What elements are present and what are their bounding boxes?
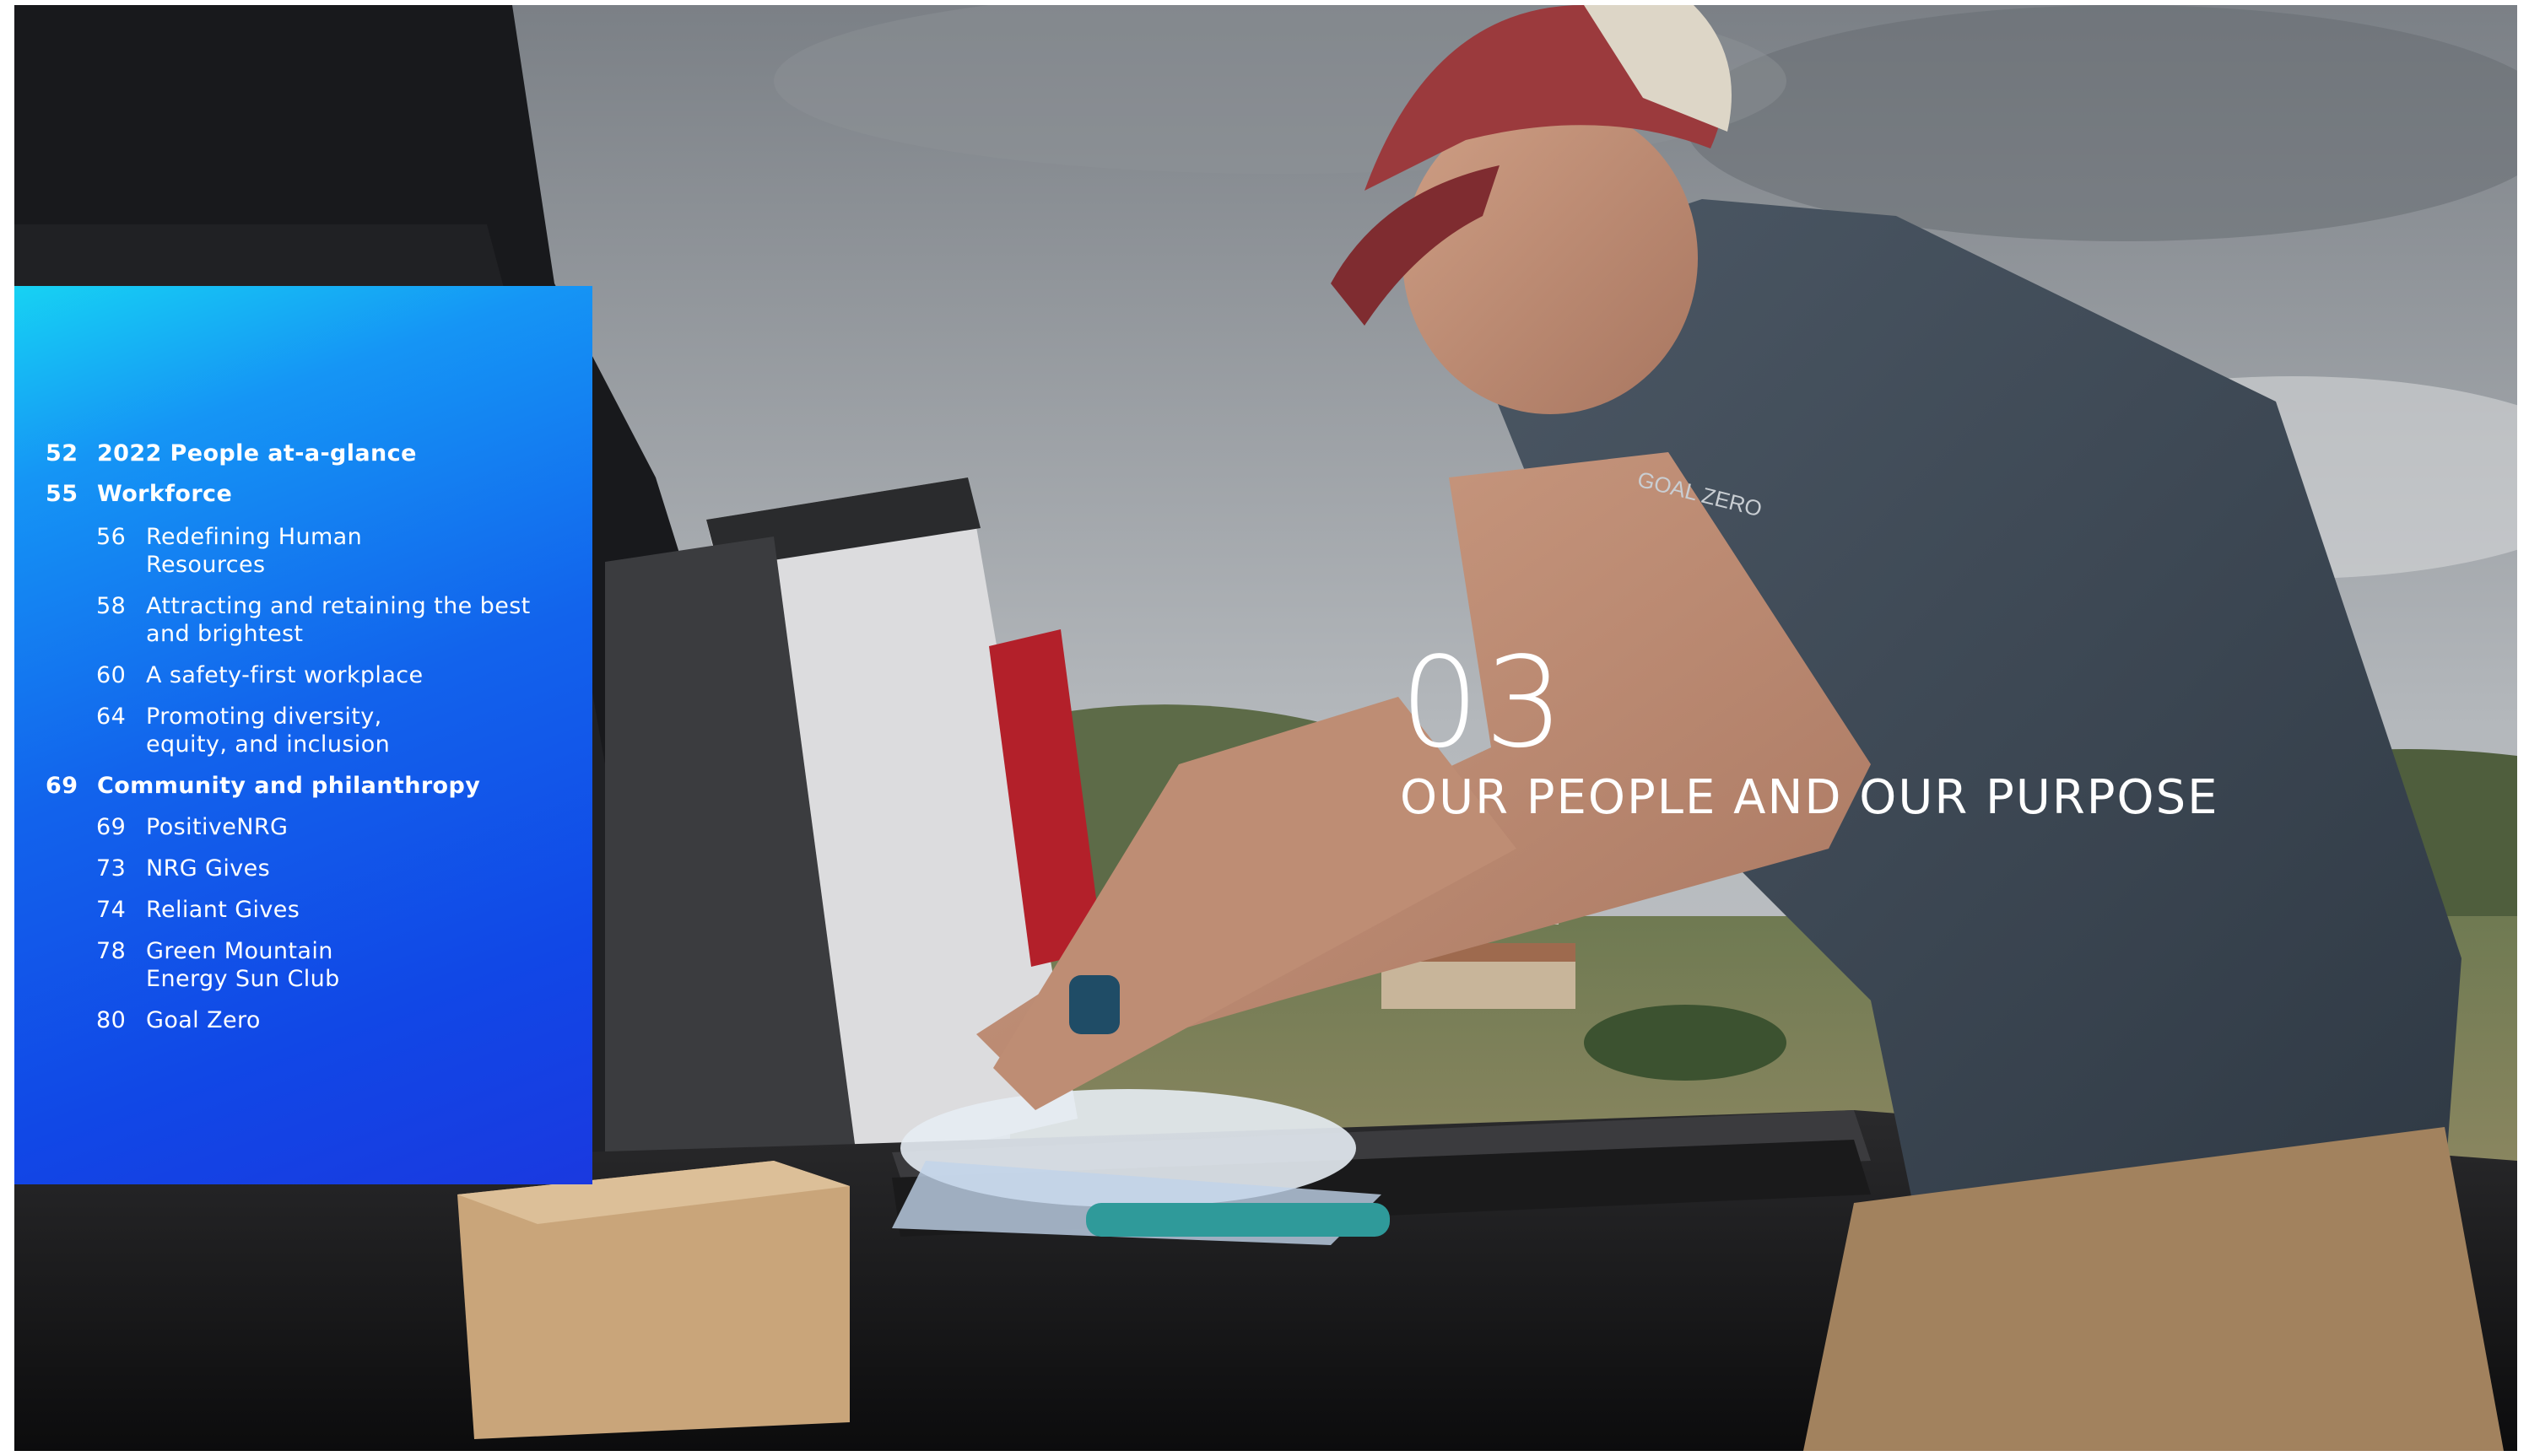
toc-item-nrg-gives[interactable]: 73 NRG Gives	[14, 855, 592, 882]
chapter-number: 03	[1400, 630, 1570, 775]
toc-page-number: 73	[96, 855, 127, 882]
toc-item-label: Goal Zero	[146, 1007, 261, 1033]
document-page: GOAL ZERO 52 2022 People at-a-glance 55 …	[14, 5, 2517, 1451]
toc-item-label: A safety-first workplace	[146, 662, 424, 688]
toc-page-number: 55	[46, 481, 78, 507]
toc-item-label: Attracting and retaining the best and br…	[146, 593, 531, 647]
toc-page-number: 64	[96, 704, 127, 730]
toc-item-safety-first[interactable]: 60 A safety-first workplace	[14, 661, 592, 689]
toc-item-goal-zero[interactable]: 80 Goal Zero	[14, 1006, 592, 1034]
toc-item-label: PositiveNRG	[146, 814, 289, 840]
toc-item-positivenrg[interactable]: 69 PositiveNRG	[14, 813, 592, 841]
toc-page-number: 69	[96, 814, 127, 840]
toc-item-reliant-gives[interactable]: 74 Reliant Gives	[14, 896, 592, 924]
toc-page-number: 58	[96, 593, 127, 619]
toc-item-label: Community and philanthropy	[97, 773, 481, 799]
toc-page-number: 80	[96, 1007, 127, 1033]
toc-item-green-mountain-sun-club[interactable]: 78 Green Mountain Energy Sun Club	[14, 937, 592, 993]
toc-page-number: 78	[96, 938, 127, 964]
toc-item-people-at-a-glance[interactable]: 52 2022 People at-a-glance	[14, 439, 592, 467]
table-of-contents-panel: 52 2022 People at-a-glance 55 Workforce …	[14, 286, 592, 1184]
chapter-title: OUR PEOPLE AND OUR PURPOSE	[1400, 770, 2219, 825]
toc-item-diversity-equity-inclusion[interactable]: 64 Promoting diversity, equity, and incl…	[14, 703, 592, 758]
toc-item-workforce[interactable]: 55 Workforce	[14, 480, 592, 508]
toc-item-label: NRG Gives	[146, 855, 271, 882]
toc-page-number: 69	[46, 773, 78, 799]
toc-item-community-philanthropy[interactable]: 69 Community and philanthropy	[14, 772, 592, 800]
toc-item-label: Redefining Human Resources	[146, 524, 363, 578]
toc-page-number: 56	[96, 524, 127, 550]
toc-item-label: Workforce	[97, 481, 233, 507]
toc-item-attracting-retaining[interactable]: 58 Attracting and retaining the best and…	[14, 592, 592, 648]
toc-item-label: Promoting diversity, equity, and inclusi…	[146, 704, 391, 758]
toc-page-number: 52	[46, 440, 78, 466]
toc-item-label: Green Mountain Energy Sun Club	[146, 938, 340, 992]
toc-item-label: Reliant Gives	[146, 897, 300, 923]
toc-page-number: 60	[96, 662, 127, 688]
toc-item-label: 2022 People at-a-glance	[97, 440, 417, 466]
toc-item-redefining-hr[interactable]: 56 Redefining Human Resources	[14, 523, 592, 579]
chapter-heading: 03 OUR PEOPLE AND OUR PURPOSE	[1400, 639, 2219, 825]
toc-page-number: 74	[96, 897, 127, 923]
